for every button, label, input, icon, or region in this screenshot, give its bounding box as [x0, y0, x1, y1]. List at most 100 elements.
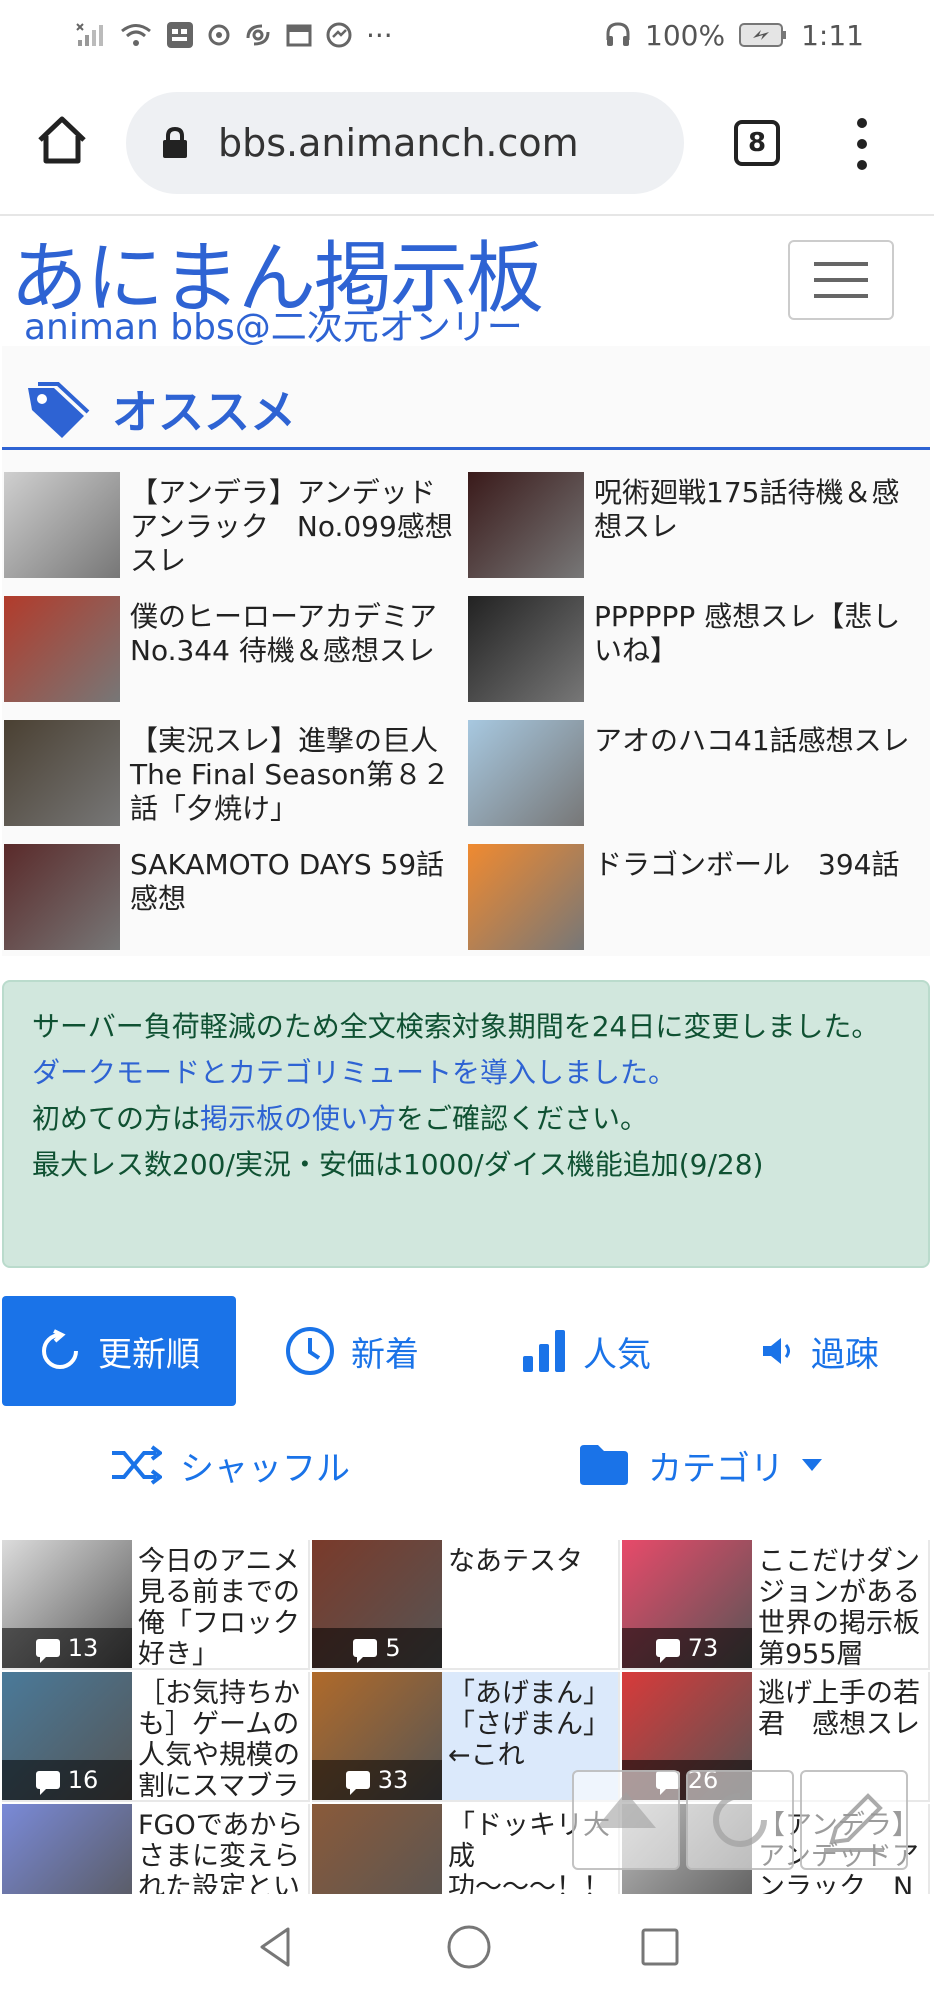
- tab-newest[interactable]: 新着: [250, 1296, 454, 1406]
- reply-count: 13: [67, 1634, 99, 1662]
- tab-popular[interactable]: 人気: [484, 1296, 688, 1406]
- overflow-menu-icon[interactable]: [850, 118, 874, 170]
- category-label: カテゴリ: [648, 1448, 784, 1489]
- thread-thumbnail[interactable]: 13: [2, 1540, 132, 1668]
- status-bar: ··· 100% 1:11: [0, 0, 934, 70]
- recommend-item[interactable]: SAKAMOTO DAYS 59話感想: [4, 844, 464, 962]
- thread-thumbnail[interactable]: 33: [312, 1672, 442, 1800]
- recommend-item[interactable]: 【実況スレ】進撃の巨人 The Final Season第８２話「夕焼け」: [4, 720, 464, 838]
- folder-icon: [580, 1445, 628, 1485]
- thread-card[interactable]: 73 ここだけダンジョンがある世界の掲示板第955層: [622, 1540, 930, 1670]
- tab-popular-label: 人気: [583, 1334, 651, 1375]
- hamburger-menu-button[interactable]: [788, 240, 894, 320]
- recommend-item[interactable]: アオのハコ41話感想スレ: [468, 720, 928, 838]
- android-nav-bar: [0, 1894, 934, 2000]
- lock-icon: [163, 127, 187, 158]
- thread-thumbnail[interactable]: 73: [622, 1540, 752, 1668]
- new-thread-button[interactable]: [800, 1770, 908, 1870]
- reply-count: 33: [377, 1766, 409, 1794]
- recommend-item-title[interactable]: PPPPPP 感想スレ【悲しいね】: [594, 600, 924, 668]
- recommend-section: オススメ 【アンデラ】アンデッドアンラック No.099感想スレ 呪術廻戦175話…: [2, 346, 930, 956]
- recommend-item-title[interactable]: 呪術廻戦175話待機＆感想スレ: [594, 476, 924, 544]
- thread-title[interactable]: 今日のアニメ見る前までの俺「フロック好き」: [138, 1546, 306, 1670]
- tab-update-order-label: 更新順: [98, 1334, 200, 1375]
- shuffle-button[interactable]: シャッフル: [60, 1420, 400, 1510]
- recommend-item-title[interactable]: ドラゴンボール 394話: [594, 848, 924, 882]
- caret-down-icon: [802, 1459, 822, 1471]
- recommend-thumbnail[interactable]: [468, 596, 584, 702]
- back-icon[interactable]: [254, 1925, 298, 1969]
- recommend-item[interactable]: 【アンデラ】アンデッドアンラック No.099感想スレ: [4, 472, 464, 590]
- recommend-item-title[interactable]: 僕のヒーローアカデミア No.344 待機＆感想スレ: [130, 600, 465, 668]
- record-icon: [208, 24, 230, 46]
- status-left-icons: ···: [76, 19, 393, 52]
- comment-icon: [655, 1639, 680, 1663]
- recommend-item-title[interactable]: アオのハコ41話感想スレ: [594, 724, 924, 758]
- arrow-up-icon: [596, 1792, 656, 1828]
- recommend-thumbnail[interactable]: [468, 472, 584, 578]
- thread-thumbnail[interactable]: 16: [2, 1672, 132, 1800]
- thread-title[interactable]: なあテスタ: [448, 1546, 616, 1670]
- reload-fab[interactable]: [686, 1770, 794, 1870]
- notice-line-1: サーバー負荷軽減のため全文検索対象期間を24日に変更しました。: [32, 1010, 880, 1043]
- recommend-item[interactable]: ドラゴンボール 394話: [468, 844, 928, 962]
- reply-count: 16: [67, 1766, 99, 1794]
- recommend-item-title[interactable]: 【実況スレ】進撃の巨人 The Final Season第８２話「夕焼け」: [130, 724, 460, 826]
- thread-thumbnail[interactable]: 5: [312, 1540, 442, 1668]
- carrier-icon: [167, 22, 193, 48]
- recommend-thumbnail[interactable]: [4, 472, 120, 578]
- recommend-title: オススメ: [112, 385, 296, 439]
- site-logo-subtitle: animan bbs@二次元オンリー: [24, 307, 523, 348]
- howto-link[interactable]: 掲示板の使い方: [200, 1102, 396, 1135]
- recommend-item[interactable]: 呪術廻戦175話待機＆感想スレ: [468, 472, 928, 590]
- thread-card[interactable]: 5 なあテスタ: [312, 1540, 620, 1670]
- shuffle-icon: [112, 1445, 162, 1485]
- pencil-icon: [824, 1793, 884, 1852]
- browser-toolbar: bbs.animanch.com 8: [0, 70, 934, 216]
- recommend-item-title[interactable]: SAKAMOTO DAYS 59話感想: [130, 848, 460, 916]
- refresh-fab-icon: [713, 1793, 767, 1847]
- battery-icon: [739, 23, 787, 47]
- calendar-icon: [286, 24, 312, 47]
- comment-icon: [35, 1771, 60, 1795]
- tab-deserted[interactable]: 過疎: [718, 1296, 922, 1406]
- notice-line-3: 初めての方は掲示板の使い方をご確認ください。: [32, 1096, 900, 1142]
- url-text: bbs.animanch.com: [218, 121, 579, 165]
- recommend-item-title[interactable]: 【アンデラ】アンデッドアンラック No.099感想スレ: [130, 476, 460, 578]
- recommend-item[interactable]: PPPPPP 感想スレ【悲しいね】: [468, 596, 928, 714]
- tab-switcher-button[interactable]: 8: [734, 120, 780, 166]
- home-nav-icon[interactable]: [446, 1924, 492, 1970]
- category-dropdown[interactable]: カテゴリ: [540, 1420, 860, 1510]
- notice-dark-mode-link[interactable]: ダークモードとカテゴリミュートを導入しました。: [32, 1050, 900, 1096]
- reply-count-badge: 33: [312, 1760, 442, 1800]
- hurricane-icon: [246, 24, 270, 46]
- recommend-thumbnail[interactable]: [468, 720, 584, 826]
- reply-count-badge: 13: [2, 1628, 132, 1668]
- refresh-icon: [42, 1329, 78, 1369]
- reply-count-badge: 16: [2, 1760, 132, 1800]
- thread-card[interactable]: 13 今日のアニメ見る前までの俺「フロック好き」: [2, 1540, 310, 1670]
- recommend-thumbnail[interactable]: [4, 844, 120, 950]
- recommend-thumbnail[interactable]: [4, 596, 120, 702]
- thread-title[interactable]: ここだけダンジョンがある世界の掲示板第955層: [758, 1546, 926, 1670]
- reply-count-badge: 5: [312, 1628, 442, 1668]
- headphones-icon: [606, 22, 630, 46]
- notice-box: サーバー負荷軽減のため全文検索対象期間を24日に変更しました。 ダークモードとカ…: [2, 980, 930, 1268]
- thread-title[interactable]: ［お気持ちかも］ゲームの人気や規模の割にスマブラ: [138, 1678, 306, 1802]
- notice-line-3-pre: 初めての方は: [32, 1102, 201, 1135]
- recommend-thumbnail[interactable]: [4, 720, 120, 826]
- tab-newest-label: 新着: [351, 1334, 419, 1375]
- status-time: 1:11: [801, 18, 864, 52]
- notice-line-3-post: をご確認ください。: [396, 1102, 649, 1135]
- thread-card[interactable]: 16 ［お気持ちかも］ゲームの人気や規模の割にスマブラ: [2, 1672, 310, 1802]
- tab-deserted-label: 過疎: [811, 1334, 879, 1375]
- home-icon[interactable]: [36, 114, 88, 166]
- recommend-thumbnail[interactable]: [468, 844, 584, 950]
- comment-icon: [35, 1639, 60, 1663]
- recommend-item[interactable]: 僕のヒーローアカデミア No.344 待機＆感想スレ: [4, 596, 465, 714]
- recents-icon[interactable]: [640, 1927, 680, 1967]
- shuffle-label: シャッフル: [180, 1448, 350, 1489]
- tab-update-order[interactable]: 更新順: [2, 1296, 236, 1406]
- scroll-top-button[interactable]: [572, 1770, 680, 1870]
- url-bar[interactable]: bbs.animanch.com: [126, 92, 684, 194]
